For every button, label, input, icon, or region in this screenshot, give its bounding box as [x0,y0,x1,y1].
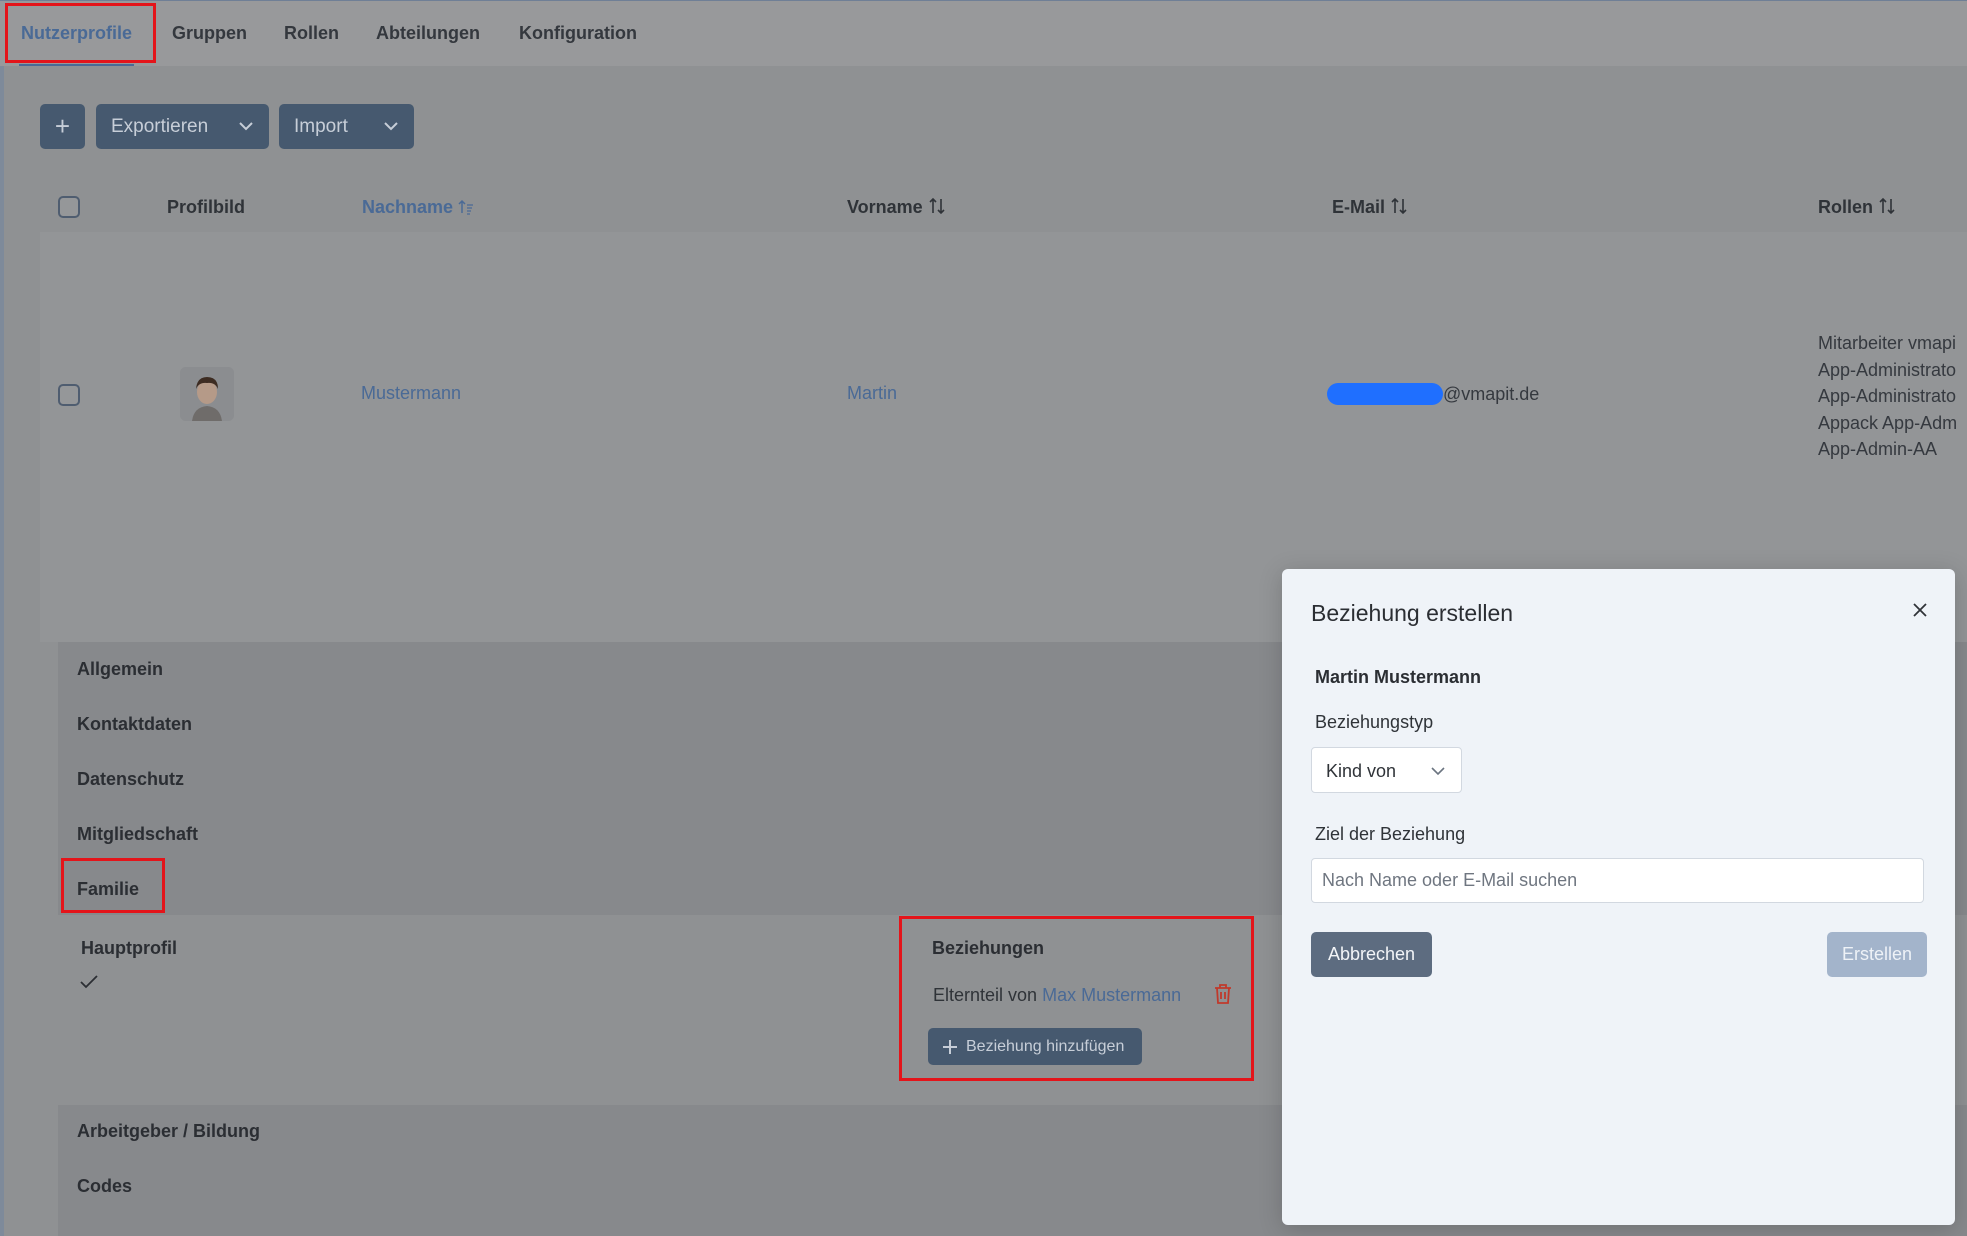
relation-target-label: Ziel der Beziehung [1315,824,1466,844]
row-email: @vmapit.de [1327,383,1539,405]
add-relation-button[interactable]: Beziehung hinzufügen [928,1028,1142,1065]
relations-label: Beziehungen [932,938,1045,958]
relation-item: Elternteil von Max Mustermann [933,985,1181,1006]
avatar [180,367,234,421]
header-nachname-label: Nachname [362,197,454,217]
app-window: Nutzerprofile Gruppen Rollen Abteilungen… [0,0,1967,1236]
section-datenschutz[interactable]: Datenschutz [77,769,184,790]
dialog-person-name: Martin Mustermann [1315,667,1482,687]
section-familie[interactable]: Familie [77,879,139,900]
role-item: App-Administrato [1818,386,1957,406]
header-email-label: E-Mail [1332,197,1386,217]
chevron-down-icon [1431,767,1445,776]
relation-target-search-input[interactable] [1311,858,1924,903]
sort-icon [929,197,945,215]
header-vorname[interactable]: Vorname [847,197,946,218]
email-redaction-mark [1327,383,1443,405]
avatar-portrait-icon [180,367,234,421]
section-arbeitgeber-bildung[interactable]: Arbeitgeber / Bildung [77,1121,260,1142]
section-allgemein[interactable]: Allgemein [77,659,163,680]
tab-rollen[interactable]: Rollen [284,23,339,44]
relation-type-select[interactable]: Kind von [1311,747,1462,793]
import-label: Import [294,115,348,137]
role-item: Mitarbeiter vmapi [1818,333,1957,353]
header-nachname[interactable]: Nachname [362,197,474,218]
table-header: Profilbild Nachname Vorname E-Mail Rolle… [40,180,1967,232]
create-relation-dialog: Beziehung erstellen Martin Mustermann Be… [1282,569,1955,1225]
sort-icon [1391,197,1407,215]
left-edge-strip [0,66,4,1236]
header-profilbild: Profilbild [167,197,245,217]
relation-target-link[interactable]: Max Mustermann [1042,985,1181,1005]
sort-icon [1879,197,1895,215]
add-relation-label: Beziehung hinzufügen [966,1037,1125,1055]
main-profile-label: Hauptprofil [81,938,177,958]
top-tab-bar: Nutzerprofile Gruppen Rollen Abteilungen… [0,0,1967,66]
export-label: Exportieren [111,115,209,137]
close-icon[interactable] [1909,599,1931,621]
select-all-checkbox[interactable] [58,196,80,218]
checkmark-icon [80,975,98,989]
row-roles: Mitarbeiter vmapi App-Administrato App-A… [1818,330,1957,463]
relation-type-label: Beziehungstyp [1315,712,1434,732]
plus-icon: + [54,111,71,141]
row-first-name[interactable]: Martin [847,383,897,404]
relation-type-value: Kind von [1326,761,1397,781]
cancel-button[interactable]: Abbrechen [1311,932,1432,977]
header-rollen-label: Rollen [1818,197,1874,217]
tab-nutzerprofile[interactable]: Nutzerprofile [18,23,135,66]
role-item: App-Admin-AA [1818,439,1938,459]
create-button[interactable]: Erstellen [1827,932,1927,977]
row-select-checkbox[interactable] [58,384,80,406]
header-vorname-label: Vorname [847,197,923,217]
section-mitgliedschaft[interactable]: Mitgliedschaft [77,824,198,845]
tab-konfiguration[interactable]: Konfiguration [519,23,637,44]
import-dropdown-button[interactable]: Import [279,104,414,149]
add-user-button[interactable]: + [40,104,85,149]
row-last-name[interactable]: Mustermann [361,383,461,404]
row-email-domain: @vmapit.de [1443,384,1540,404]
export-dropdown-button[interactable]: Exportieren [96,104,269,149]
tab-gruppen[interactable]: Gruppen [172,23,247,44]
header-rollen[interactable]: Rollen [1818,197,1896,218]
dialog-title: Beziehung erstellen [1311,600,1514,626]
tab-abteilungen[interactable]: Abteilungen [376,23,480,44]
relation-type: Elternteil von [933,985,1038,1005]
sort-ascending-icon [458,199,474,215]
header-email[interactable]: E-Mail [1332,197,1408,218]
plus-icon [943,1039,957,1054]
role-item: App-Administrato [1818,359,1957,380]
chevron-down-icon [239,122,253,131]
section-codes[interactable]: Codes [77,1176,132,1197]
trash-icon[interactable] [1213,983,1233,1005]
section-kontaktdaten[interactable]: Kontaktdaten [77,714,192,735]
role-item: Appack App-Adm [1818,412,1958,433]
chevron-down-icon [384,122,398,131]
